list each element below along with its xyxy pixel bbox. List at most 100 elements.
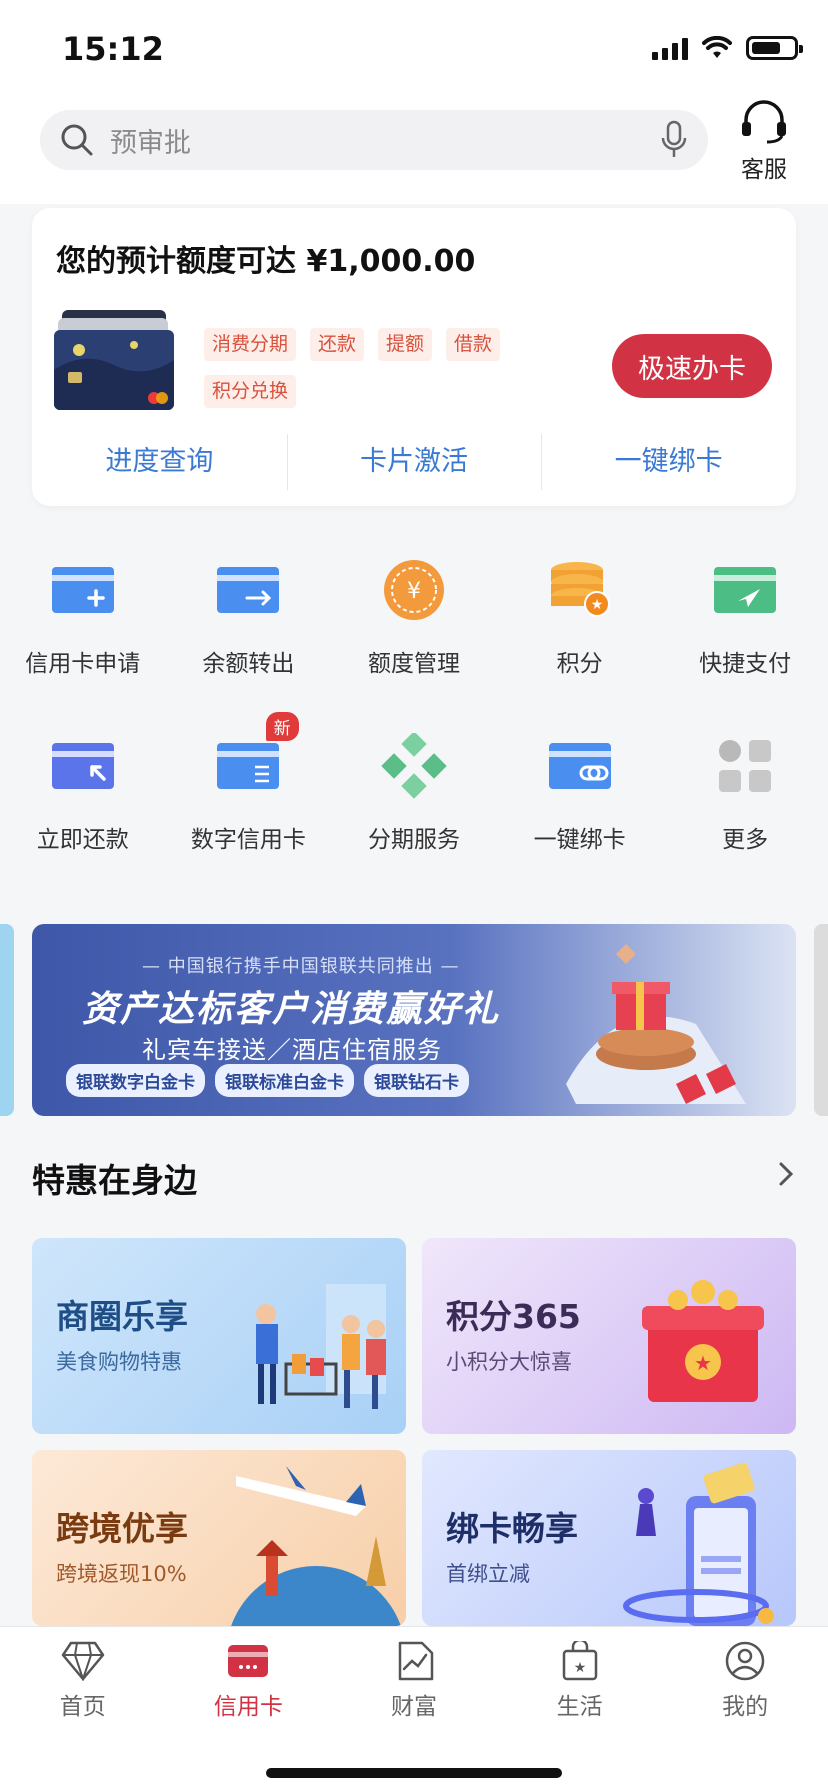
customer-service-button[interactable]: 客服 (734, 100, 794, 184)
banner-pill: 银联数字白金卡 (66, 1064, 205, 1097)
tile-title: 商圈乐享 (56, 1297, 188, 1336)
grid-installment-service[interactable]: 分期服务 (331, 724, 497, 900)
grid-more[interactable]: 更多 (662, 724, 828, 900)
header: 预审批 客服 (0, 100, 828, 184)
nav-wealth[interactable]: 财富 (331, 1627, 497, 1737)
specials-title: 特惠在身边 (32, 1161, 197, 1200)
grid-bind-card[interactable]: 一键绑卡 (497, 724, 663, 900)
banner-peek-right[interactable] (814, 924, 828, 1116)
search-icon (61, 124, 93, 156)
phone-card-illustration (623, 1462, 774, 1626)
shopping-bag-icon: ★ (562, 1641, 597, 1681)
function-grid: 信用卡申请 余额转出 ¥ 额度管理 ★ 积分 快捷支付 立即还款 新 数字信用卡… (0, 548, 828, 900)
card-repay-icon (51, 743, 114, 789)
grid-label: 信用卡申请 (25, 651, 141, 677)
nav-label: 我的 (722, 1694, 769, 1720)
search-input[interactable]: 预审批 (40, 110, 708, 170)
grid-limit-management[interactable]: ¥ 额度管理 (331, 548, 497, 724)
coins-stack-icon: ★ (550, 562, 610, 617)
tile-subtitle: 首绑立减 (446, 1562, 530, 1586)
card-activation-link[interactable]: 卡片激活 (286, 434, 542, 490)
tag-repayment[interactable]: 还款 (310, 328, 365, 361)
nav-label: 生活 (556, 1694, 603, 1720)
trend-chart-icon (398, 1641, 434, 1681)
grid-label: 更多 (722, 827, 769, 853)
grid-label: 积分 (556, 651, 603, 677)
svg-text:★: ★ (590, 597, 603, 613)
nav-label: 首页 (59, 1694, 106, 1720)
status-time: 15:12 (62, 30, 164, 68)
red-gift-box-illustration: ★ (642, 1280, 764, 1402)
bind-card-link[interactable]: 一键绑卡 (541, 434, 796, 490)
special-tile-points[interactable]: 积分365 小积分大惊喜 ★ (422, 1238, 796, 1434)
nav-label: 信用卡 (213, 1694, 283, 1720)
card-transfer-icon (217, 567, 280, 613)
paper-plane-card-icon (714, 567, 777, 613)
svg-text:¥: ¥ (407, 579, 421, 604)
grid-label: 快捷支付 (699, 651, 792, 677)
search-placeholder: 预审批 (110, 127, 191, 159)
nav-mine[interactable]: 我的 (662, 1627, 828, 1737)
quick-links: 进度查询 卡片激活 一键绑卡 (32, 434, 796, 490)
chevron-right-icon[interactable] (778, 1160, 794, 1195)
grid-label: 余额转出 (202, 651, 295, 677)
grid-credit-card-apply[interactable]: 信用卡申请 (0, 548, 166, 724)
headset-icon (742, 100, 786, 144)
grid-label: 立即还款 (36, 827, 129, 853)
grid-balance-transfer[interactable]: 余额转出 (166, 548, 332, 724)
grid-label: 分期服务 (367, 827, 460, 853)
tile-title: 积分365 (446, 1297, 581, 1336)
status-bar: 15:12 (0, 0, 828, 100)
grid-repay-now[interactable]: 立即还款 (0, 724, 166, 900)
more-grid-icon (719, 740, 772, 792)
grid-points[interactable]: ★ 积分 (497, 548, 663, 724)
service-label: 客服 (741, 157, 787, 183)
status-icons (652, 36, 803, 60)
grid-label: 数字信用卡 (190, 827, 306, 853)
banner-pill: 银联标准白金卡 (215, 1064, 354, 1097)
card-link-icon (548, 743, 611, 789)
banner-subtitle: 礼宾车接送／酒店住宿服务 (142, 1036, 442, 1064)
promo-banner[interactable]: — 中国银行携手中国银联共同推出 — 资产达标客户消费赢好礼 礼宾车接送／酒店住… (32, 924, 796, 1116)
credit-limit-title: 您的预计额度可达 ¥1,000.00 (56, 244, 476, 279)
wifi-icon (702, 36, 732, 58)
svg-text:★: ★ (573, 1660, 586, 1676)
special-tile-shopping[interactable]: 商圈乐享 美食购物特惠 (32, 1238, 406, 1434)
user-icon (725, 1641, 765, 1681)
tile-subtitle: 跨境返现10% (56, 1562, 187, 1586)
nav-home[interactable]: 首页 (0, 1627, 166, 1737)
banner-top-text: — 中国银行携手中国银联共同推出 — (142, 956, 460, 977)
progress-query-link[interactable]: 进度查询 (32, 434, 287, 490)
banner-peek-left[interactable] (0, 924, 14, 1116)
microphone-icon[interactable] (660, 120, 688, 160)
tile-title: 绑卡畅享 (446, 1509, 578, 1548)
tag-installment[interactable]: 消费分期 (204, 328, 297, 361)
new-badge: 新 (265, 712, 299, 741)
grid-label: 一键绑卡 (533, 827, 626, 853)
grid-digital-card[interactable]: 新 数字信用卡 (166, 712, 332, 900)
tag-points-redeem[interactable]: 积分兑换 (204, 374, 297, 408)
nav-credit-card[interactable]: 信用卡 (166, 1627, 332, 1737)
yuan-coin-icon: ¥ (383, 560, 444, 620)
signal-icon (652, 36, 688, 60)
tag-raise-limit[interactable]: 提额 (378, 328, 433, 361)
banner-pill: 银联钻石卡 (364, 1064, 469, 1097)
grid-label: 额度管理 (367, 651, 460, 677)
nav-life[interactable]: ★ 生活 (497, 1627, 663, 1737)
card-add-icon (51, 567, 114, 613)
tag-loan[interactable]: 借款 (446, 328, 501, 361)
banner-pills: 银联数字白金卡 银联标准白金卡 银联钻石卡 (66, 1064, 469, 1097)
credit-card-image (54, 310, 174, 410)
shopping-people-illustration (256, 1284, 386, 1409)
svg-text:★: ★ (694, 1351, 712, 1375)
grid-quick-pay[interactable]: 快捷支付 (662, 548, 828, 724)
credit-card-icon (228, 1645, 269, 1677)
diamond-grid-icon (381, 733, 447, 799)
special-tile-crossborder[interactable]: 跨境优享 跨境返现10% (32, 1450, 406, 1626)
apply-card-button[interactable]: 极速办卡 (612, 334, 772, 398)
battery-icon (746, 36, 803, 60)
special-tile-bindcard[interactable]: 绑卡畅享 首绑立减 (422, 1450, 796, 1626)
nav-label: 财富 (390, 1694, 437, 1720)
home-indicator (266, 1768, 562, 1778)
banner-title: 资产达标客户消费赢好礼 (82, 989, 501, 1030)
